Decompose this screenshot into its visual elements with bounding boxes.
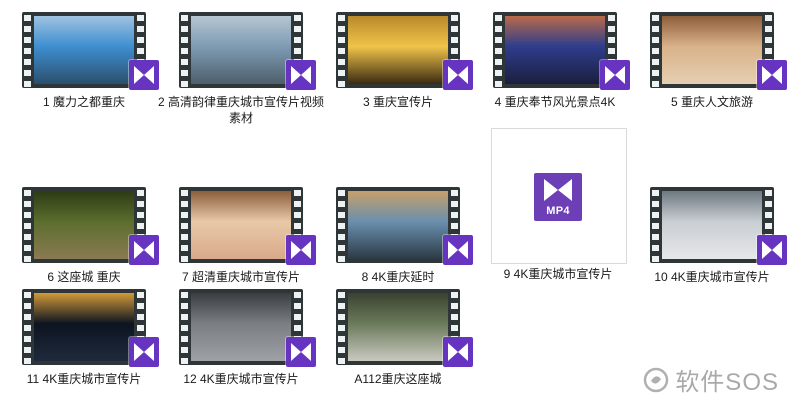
mp4-file-icon-card: MP4 [491, 128, 627, 264]
file-name: 5 重庆人文旅游 [670, 95, 753, 109]
video-thumbnail [9, 10, 159, 90]
film-strip [493, 12, 617, 88]
video-frame [34, 293, 134, 361]
video-player-badge-icon [286, 60, 316, 90]
file-name: 9 4K重庆城市宣传片 [503, 267, 613, 281]
film-strip [336, 187, 460, 263]
video-frame [34, 16, 134, 84]
film-sprocket-left [22, 187, 33, 263]
video-thumbnail [637, 10, 787, 90]
film-sprocket-left [650, 187, 661, 263]
film-strip [336, 289, 460, 365]
file-name: 8 4K重庆延时 [361, 270, 435, 284]
file-name: 1 魔力之都重庆 [42, 95, 125, 109]
video-frame [191, 191, 291, 259]
file-name: 2 高清韵律重庆城市宣传片视频素材 [158, 95, 325, 125]
file-name: 10 4K重庆城市宣传片 [654, 270, 770, 284]
video-player-badge-icon [286, 337, 316, 367]
video-frame [505, 16, 605, 84]
film-strip [650, 12, 774, 88]
video-frame [348, 191, 448, 259]
film-strip [22, 289, 146, 365]
film-sprocket-left [179, 187, 190, 263]
video-player-badge-icon [129, 337, 159, 367]
film-sprocket-left [179, 289, 190, 365]
mp4-badge-text: MP4 [546, 205, 570, 217]
video-thumbnail [9, 185, 159, 265]
video-thumbnail [323, 185, 473, 265]
film-strip [336, 12, 460, 88]
video-player-badge-icon [600, 60, 630, 90]
film-strip [179, 289, 303, 365]
film-sprocket-left [336, 289, 347, 365]
video-frame [662, 191, 762, 259]
film-sprocket-left [336, 12, 347, 88]
video-player-badge-icon [443, 60, 473, 90]
film-strip [650, 187, 774, 263]
video-player-badge-icon [757, 235, 787, 265]
mp4-file-icon: MP4 [534, 173, 582, 221]
film-sprocket-left [22, 289, 33, 365]
video-player-badge-icon [286, 235, 316, 265]
video-frame [348, 293, 448, 361]
film-sprocket-left [22, 12, 33, 88]
video-player-badge-icon [757, 60, 787, 90]
film-strip [22, 12, 146, 88]
video-player-badge-icon [443, 337, 473, 367]
watermark: 软件SOS [643, 362, 779, 397]
film-sprocket-left [336, 187, 347, 263]
video-player-badge-icon [129, 235, 159, 265]
file-name: A112重庆这座城 [354, 372, 442, 386]
video-thumbnail [323, 287, 473, 367]
video-frame [348, 16, 448, 84]
film-sprocket-left [493, 12, 504, 88]
video-frame [34, 191, 134, 259]
watermark-logo-icon [644, 367, 669, 392]
film-sprocket-left [179, 12, 190, 88]
video-thumbnail [166, 185, 316, 265]
video-thumbnail [323, 10, 473, 90]
film-strip [179, 187, 303, 263]
video-frame [662, 16, 762, 84]
file-name: 6 这座城 重庆 [47, 270, 121, 284]
file-name: 7 超清重庆城市宣传片 [181, 270, 300, 284]
film-strip [179, 12, 303, 88]
video-frame [191, 293, 291, 361]
video-thumbnail [166, 10, 316, 90]
video-frame [191, 16, 291, 84]
file-name: 4 重庆奉节风光景点4K [494, 95, 616, 109]
video-thumbnail [480, 10, 630, 90]
video-player-badge-icon [129, 60, 159, 90]
film-strip [22, 187, 146, 263]
file-name: 11 4K重庆城市宣传片 [26, 372, 142, 386]
file-name: 12 4K重庆城市宣传片 [183, 372, 299, 386]
video-thumbnail [166, 287, 316, 367]
video-player-badge-icon [443, 235, 473, 265]
video-thumbnail [9, 287, 159, 367]
film-sprocket-left [650, 12, 661, 88]
file-name: 3 重庆宣传片 [362, 95, 433, 109]
video-thumbnail [637, 185, 787, 265]
watermark-text: 软件SOS [675, 369, 779, 396]
